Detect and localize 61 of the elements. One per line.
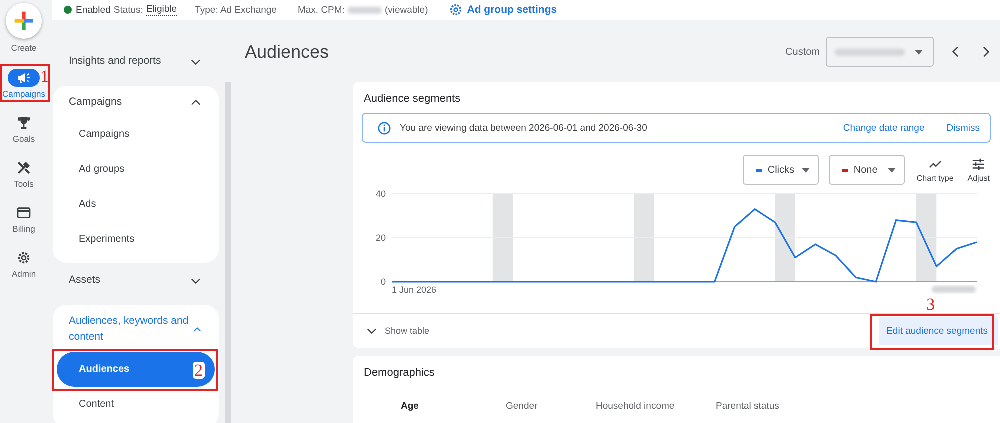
max-cpm-label: Max. CPM: <box>298 4 345 16</box>
demographics-tab[interactable]: Household income <box>596 401 716 412</box>
ad-group-settings-link[interactable]: Ad group settings <box>467 4 558 16</box>
x-axis-label: 1 Jun 2026 <box>392 285 437 295</box>
nav-item[interactable]: Content <box>57 386 215 422</box>
rail-label[interactable]: Campaigns <box>2 89 46 99</box>
create-label: Create <box>11 43 37 53</box>
create-button[interactable] <box>6 3 42 39</box>
status-label: Status: <box>114 4 144 16</box>
edit-audience-segments-button[interactable]: Edit audience segments <box>878 317 998 345</box>
dismiss-link[interactable]: Dismiss <box>946 122 980 134</box>
nav-section-header[interactable]: Campaigns <box>53 86 219 117</box>
nav-item[interactable]: Experiments <box>57 222 215 257</box>
gear-icon <box>16 250 32 266</box>
page-title: Audiences <box>245 42 330 62</box>
trophy-icon <box>16 115 32 131</box>
callout-number: 1 <box>40 68 49 85</box>
rail-label[interactable]: Tools <box>14 179 34 189</box>
chart-tool-button[interactable]: Chart type <box>914 157 956 183</box>
metric-dropdown[interactable]: Clicks <box>742 155 819 185</box>
card-title: Demographics <box>363 366 436 381</box>
demographics-tab[interactable]: Age <box>401 401 506 412</box>
nav-section-header[interactable]: Assets <box>53 267 219 295</box>
rail-label[interactable]: Admin <box>12 269 36 279</box>
status-text: Enabled <box>76 4 111 16</box>
nav-section-header[interactable]: Insights and reports <box>53 48 219 76</box>
info-icon <box>377 120 392 136</box>
demographics-tab[interactable]: Gender <box>506 401 596 412</box>
date-range-label: Custom <box>786 46 820 58</box>
settings-icon <box>449 3 464 17</box>
rail-label[interactable]: Goals <box>12 134 36 144</box>
dropdown-arrow-icon <box>915 50 923 54</box>
max-cpm-suffix: (viewable) <box>384 4 428 16</box>
card-icon <box>16 205 32 221</box>
metric-dropdown[interactable]: None <box>828 155 905 185</box>
nav-item[interactable]: Ads <box>57 187 215 222</box>
callout-number: 3 <box>926 296 936 313</box>
plus-icon <box>13 10 35 32</box>
redacted-value <box>348 6 382 14</box>
tools-icon <box>16 160 32 176</box>
callout-frame <box>0 64 50 102</box>
banner-text: You are viewing data between 2026-06-01 and 2026-06-30 <box>400 122 648 134</box>
nav-item[interactable]: Campaigns <box>57 117 215 152</box>
card-title: Audience segments <box>363 92 462 107</box>
rail-label[interactable]: Billing <box>12 224 36 234</box>
show-table-button[interactable]: Show table <box>353 323 436 339</box>
y-tick-label: 20 <box>376 233 386 243</box>
demographics-tab[interactable]: Parental status <box>716 401 780 412</box>
sliders-icon <box>971 157 986 172</box>
nav-section-header[interactable]: Audiences, keywords and content <box>53 305 219 352</box>
type-text: Type: Ad Exchange <box>195 4 277 16</box>
dropdown-arrow-icon <box>888 168 896 172</box>
status-value: Eligible <box>146 4 178 16</box>
nav-item[interactable]: Ad groups <box>57 152 215 187</box>
redacted-value <box>932 286 976 293</box>
y-tick-label: 40 <box>376 189 386 199</box>
chart-tool-button[interactable]: Adjust <box>966 157 992 183</box>
change-date-range-link[interactable]: Change date range <box>843 122 925 134</box>
rail-icon-background[interactable] <box>8 69 40 87</box>
dropdown-arrow-icon <box>802 168 810 172</box>
y-tick-label: 0 <box>380 277 386 287</box>
